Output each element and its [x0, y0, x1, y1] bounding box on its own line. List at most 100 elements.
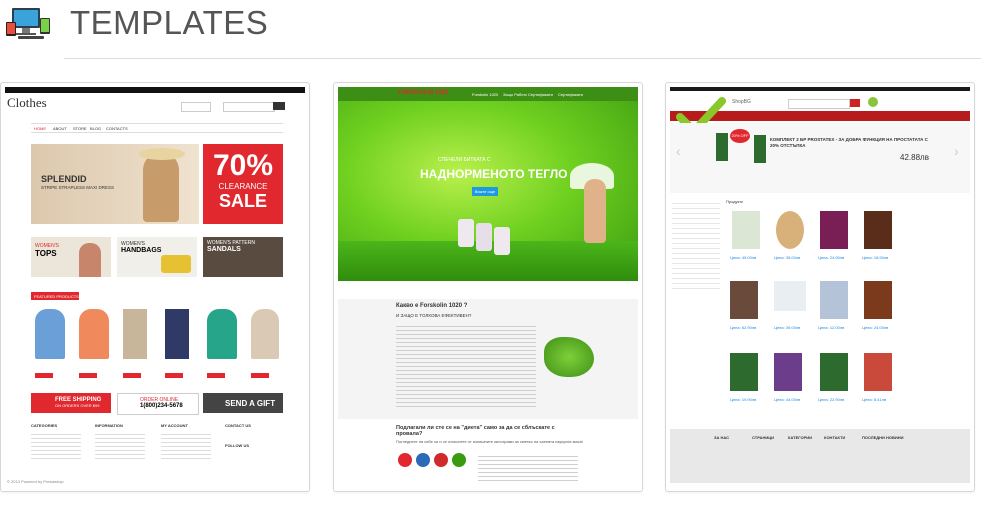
template-card-forskolin[interactable]: FORSKOLIN 1020 Forskolin 1020 Защо Работ…	[333, 82, 643, 492]
nav-certs-2: Сертификати	[558, 92, 583, 97]
product-image	[864, 281, 892, 319]
sale-clearance: CLEARANCE	[218, 182, 268, 191]
nav-why: Защо Работи	[503, 92, 528, 97]
product-image	[820, 211, 848, 249]
product-price: Цена: 8.41лв	[862, 397, 887, 402]
banner-title: КОМПЛЕКТ 2 БР PROSTATEX - ЗА ДОБРА ФУНКЦ…	[770, 137, 928, 148]
add-to-cart-button	[123, 373, 141, 378]
product-price: Цена: 18.90лв	[862, 255, 889, 260]
badge-icon	[398, 453, 412, 467]
diet-question: Подлагали ли сте се на "диета" само за д…	[396, 425, 555, 437]
product-image	[123, 309, 147, 359]
diet-subtext: Погледнете на себе си и се откъснете от …	[396, 439, 583, 444]
search-icon	[273, 102, 285, 110]
free-shipping-banner: FREE SHIPPING ON ORDERS OVER $99	[31, 393, 111, 413]
footer-contacts: КОНТАКТИ	[824, 435, 846, 440]
footer-categories: КАТЕГОРИИ	[788, 435, 812, 440]
add-to-cart-button	[35, 373, 53, 378]
footer-news: ПОСЛЕДНИ НОВИНИ	[862, 435, 904, 440]
nav-about: ABOUT	[53, 126, 67, 131]
promo-tops-line2: TOPS	[35, 249, 57, 258]
product-image	[820, 281, 848, 319]
hero-more-button: Вижте още	[472, 187, 498, 196]
nav-home: HOME	[34, 126, 46, 131]
hero-main-title: НАДНОРМЕНОТО ТЕГЛО	[420, 167, 568, 181]
product-price: Цена: 35.00лв	[774, 255, 801, 260]
search-icon	[850, 99, 860, 107]
product-image	[776, 211, 804, 249]
top-bar	[670, 87, 970, 91]
product-grid: Цена: 49.00лв Цена: 35.00лв Цена: 24.90л…	[726, 207, 926, 417]
product-image	[864, 353, 892, 391]
product-price: Цена: 24.00лв	[862, 325, 889, 330]
page-title: TEMPLATES	[70, 4, 269, 41]
search-input	[788, 99, 850, 109]
promo-sandals-line2: SANDALS	[207, 246, 241, 253]
footer: ЗА НАС СТРАНИЦИ КАТЕГОРИИ КОНТАКТИ ПОСЛЕ…	[670, 429, 970, 483]
template-preview-forskolin: FORSKOLIN 1020 Forskolin 1020 Защо Работ…	[338, 87, 638, 487]
product-image	[730, 353, 758, 391]
footer-links	[161, 431, 211, 461]
template-card-shopbg[interactable]: ShopBG ‹ › 20% OFF КОМПЛЕКТ 2 БР PROSTAT…	[665, 82, 975, 492]
promo-sandals: WOMEN'S PATTERN SANDALS	[203, 237, 283, 277]
add-to-cart-button	[207, 373, 225, 378]
model-image	[143, 152, 179, 222]
cart-box	[181, 102, 211, 112]
badge-icon	[434, 453, 448, 467]
slider-prev-icon: ‹	[676, 143, 681, 159]
product-image	[207, 309, 237, 359]
computer-devices-logo-icon	[6, 8, 50, 39]
nav-store: STORE	[73, 126, 87, 131]
nav-contacts: CONTACTS	[106, 126, 128, 131]
footer-information: INFORMATION	[95, 423, 123, 428]
discount-badge: 20% OFF	[730, 129, 750, 143]
hero-pre-title: СПЕЧЕЛИ БИТКАТА С	[438, 157, 491, 163]
what-is-title: Какво е Forskolin 1020 ?	[396, 303, 468, 309]
product-price: Цена: 22.90лв	[818, 397, 845, 402]
template-card-clothes[interactable]: Clothes HOME ABOUT STORE BLOG CONTACTS S…	[0, 82, 310, 492]
page-header: TEMPLATES	[0, 0, 981, 60]
info-text-lines	[396, 323, 536, 409]
product-price: Цена: 62.90лв	[730, 325, 757, 330]
hero-slider: ‹ › 20% OFF КОМПЛЕКТ 2 БР PROSTATEX - ЗА…	[670, 123, 970, 193]
hero-banner: SPLENDID STRIPE STRAPLESS MAXI DRESS	[31, 144, 199, 224]
free-shipping-line2: ON ORDERS OVER $99	[55, 403, 100, 408]
nav-certs: Сертификати	[528, 92, 553, 97]
hero-section: СПЕЧЕЛИ БИТКАТА С НАДНОРМЕНОТО ТЕГЛО Виж…	[338, 101, 638, 281]
template-preview-clothes: Clothes HOME ABOUT STORE BLOG CONTACTS S…	[5, 87, 305, 487]
slider-next-icon: ›	[954, 143, 959, 159]
product-price: Цена: 19.90лв	[730, 397, 757, 402]
product-price: Цена: 44.00лв	[774, 397, 801, 402]
product-image	[820, 353, 848, 391]
forskolin-brand: FORSKOLIN 1020	[398, 90, 449, 96]
product-price: Цена: 12.00лв	[818, 325, 845, 330]
product-bottle-image	[716, 133, 728, 161]
search-input	[223, 102, 275, 112]
badge-icon	[452, 453, 466, 467]
product-image	[165, 309, 189, 359]
top-nav-bar: FORSKOLIN 1020 Forskolin 1020 Защо Работ…	[338, 87, 638, 101]
cart-icon	[868, 97, 878, 107]
product-row	[31, 307, 283, 383]
product-image	[774, 353, 802, 391]
sale-banner: 70% CLEARANCE SALE	[203, 144, 283, 224]
footer-my-account: MY ACCOUNT	[161, 423, 188, 428]
badge-icon	[416, 453, 430, 467]
product-image	[730, 281, 758, 319]
top-bar	[5, 87, 305, 93]
send-gift-banner: SEND A GIFT	[203, 393, 283, 413]
promo-handbags-image	[161, 255, 191, 273]
hero-line1: SPLENDID	[41, 174, 87, 184]
order-online-banner: ORDER ONLINE 1(800)234-5678	[117, 393, 199, 415]
footer-links	[95, 431, 145, 461]
promo-tops-image	[79, 243, 101, 277]
shop-brand: ShopBG	[732, 99, 751, 105]
product-image	[251, 309, 279, 359]
model-image	[584, 179, 606, 243]
template-preview-shopbg: ShopBG ‹ › 20% OFF КОМПЛЕКТ 2 БР PROSTAT…	[670, 87, 970, 487]
what-is-subtitle: И ЗАЩО Е ТОЛКОВА ЕФЕКТИВЕН?	[396, 313, 472, 318]
info-section: Какво е Forskolin 1020 ? И ЗАЩО Е ТОЛКОВ…	[338, 299, 638, 419]
product-image	[35, 309, 65, 359]
footer-about: ЗА НАС	[714, 435, 730, 440]
promo-tops: WOMEN'S TOPS	[31, 237, 111, 277]
